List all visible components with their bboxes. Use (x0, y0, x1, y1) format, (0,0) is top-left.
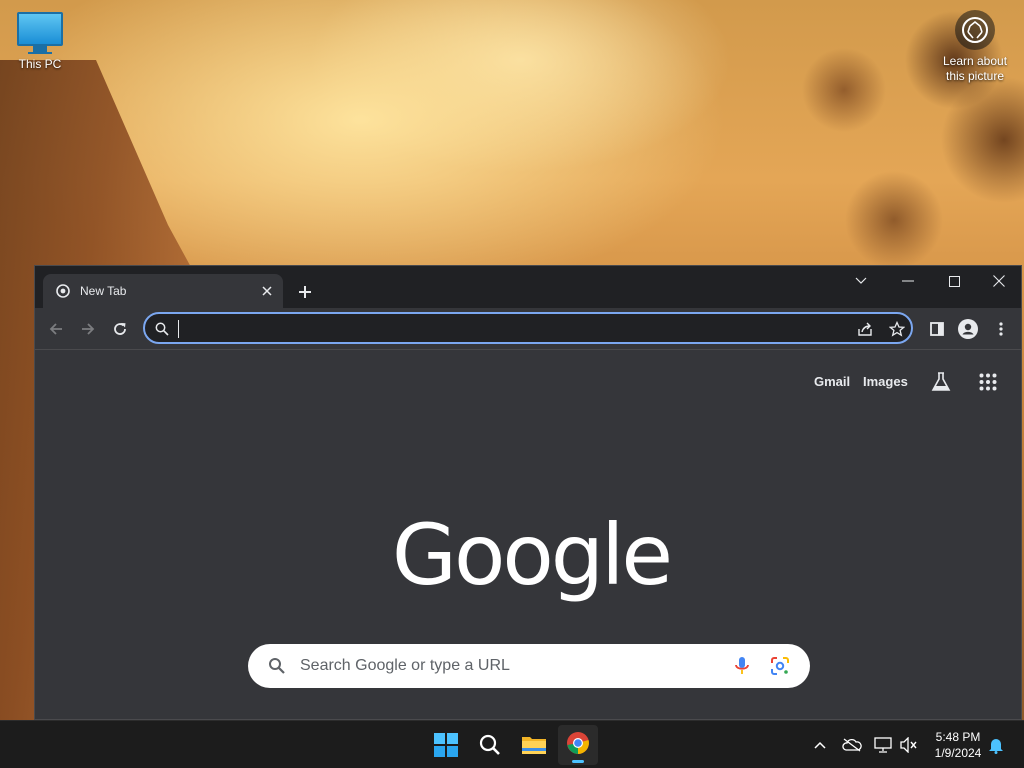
search-icon[interactable] (470, 725, 510, 765)
file-explorer-icon[interactable] (514, 725, 554, 765)
back-icon[interactable] (41, 314, 71, 344)
omnibox[interactable] (143, 312, 913, 344)
tab-title: New Tab (80, 284, 127, 298)
windows-start-icon[interactable] (426, 725, 466, 765)
browser-window: New Tab Gmail Images Google Search Googl… (34, 265, 1022, 720)
chrome-icon (56, 284, 70, 298)
close-tab-icon[interactable] (257, 281, 277, 301)
chevron-up-icon[interactable] (810, 735, 830, 755)
toolbar (35, 308, 1021, 350)
clock-date: 1/9/2024 (934, 746, 982, 760)
learn-about-picture[interactable]: Learn about this picture (936, 10, 1014, 84)
plus-icon[interactable] (293, 280, 317, 304)
computer-icon (12, 12, 68, 54)
learn-label-line2: this picture (945, 69, 1005, 83)
search-icon (268, 657, 286, 675)
reload-icon[interactable] (105, 314, 135, 344)
title-bar: New Tab (35, 266, 1021, 308)
labs-flask-icon[interactable] (930, 371, 952, 393)
menu-icon[interactable] (991, 319, 1011, 339)
chrome-icon (566, 731, 590, 760)
apps-grid-icon[interactable] (979, 373, 997, 391)
forward-icon[interactable] (73, 314, 103, 344)
maximize-icon[interactable] (931, 266, 977, 296)
star-icon[interactable] (888, 320, 906, 338)
google-logo: Google (391, 506, 673, 604)
learn-label-line1: Learn about (942, 54, 1008, 68)
volume-muted-icon[interactable] (899, 735, 919, 755)
onedrive-icon[interactable] (842, 735, 862, 755)
network-icon[interactable] (873, 735, 893, 755)
gmail-link[interactable]: Gmail (814, 374, 850, 389)
search-placeholder: Search Google or type a URL (300, 657, 510, 674)
tab-new-tab[interactable]: New Tab (43, 274, 283, 308)
taskbar: 5:48 PM 1/9/2024 (0, 720, 1024, 768)
images-link[interactable]: Images (863, 374, 908, 389)
mic-icon[interactable] (734, 656, 750, 676)
chevron-down-icon[interactable] (838, 266, 884, 296)
search-icon (153, 320, 171, 338)
side-panel-icon[interactable] (927, 319, 947, 339)
minimize-icon[interactable] (885, 266, 931, 296)
lens-icon[interactable] (770, 656, 790, 676)
desktop-icon-label: This PC (18, 57, 62, 71)
chrome-taskbar-button[interactable] (558, 725, 598, 765)
desktop-icon-this-pc[interactable]: This PC (12, 10, 68, 71)
active-indicator (572, 760, 584, 763)
text-cursor (178, 320, 179, 338)
close-icon[interactable] (976, 266, 1022, 296)
clock-time: 5:48 PM (935, 730, 981, 744)
camera-icon (955, 10, 995, 50)
profile-icon[interactable] (958, 319, 978, 339)
bell-icon[interactable] (986, 735, 1006, 755)
system-clock[interactable]: 5:48 PM 1/9/2024 (926, 729, 990, 761)
share-icon[interactable] (856, 320, 874, 338)
ntp-search-box[interactable]: Search Google or type a URL (248, 644, 810, 688)
